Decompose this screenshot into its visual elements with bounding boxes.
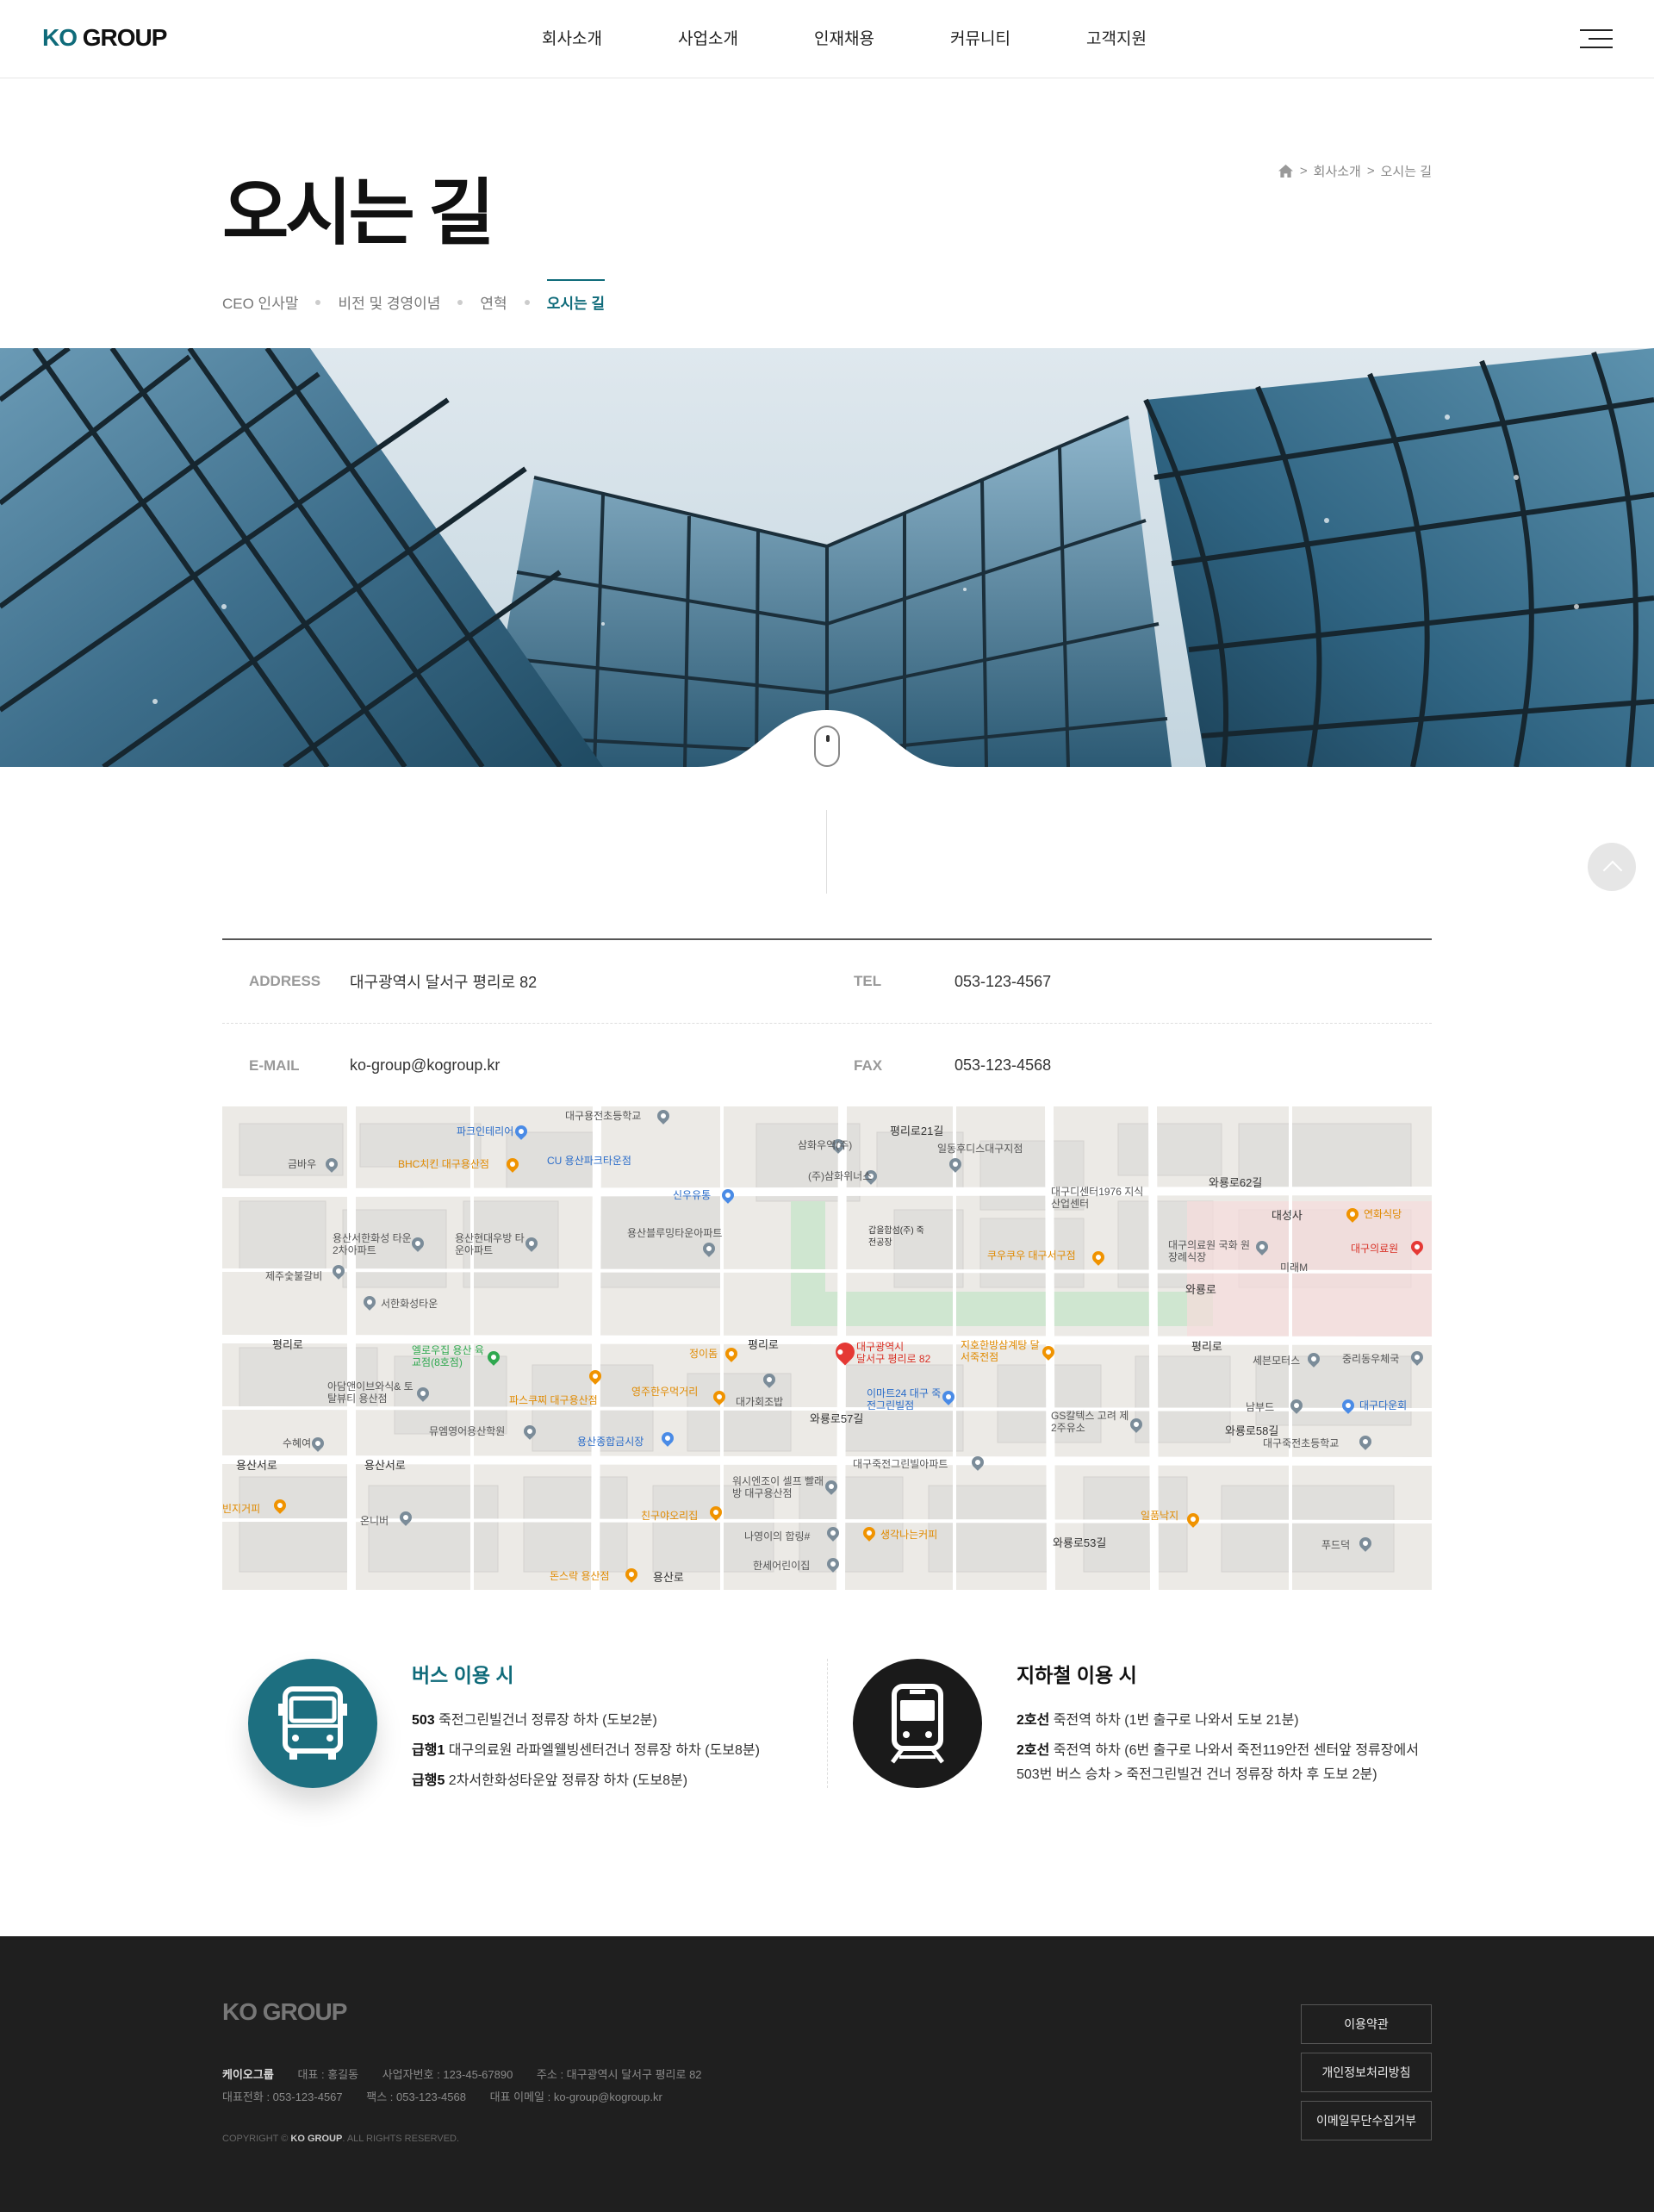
contact-info-table: ADDRESS 대구광역시 달서구 평리로 82 TEL 053-123-456… [222,938,1432,1107]
nav-company[interactable]: 회사소개 [504,0,640,78]
subnav-vision[interactable]: 비전 및 경영이념 [338,279,440,325]
breadcrumb-company[interactable]: 회사소개 [1314,162,1361,180]
subway-title: 지하철 이용 시 [1017,1664,1137,1686]
email-refusal-button[interactable]: 이메일무단수집거부 [1301,2101,1432,2140]
fax-value: 053-123-4568 [954,1056,1052,1074]
hero-banner [0,348,1654,767]
tel-value: 053-123-4567 [954,972,1052,990]
bus-title: 버스 이용 시 [412,1664,514,1686]
page-title: 오시는 길 [222,172,494,253]
location-map[interactable]: 대구광역시 달서구 평리로 82 대구용전초등학교 파크인테리어 삼화우역(주) … [222,1106,1432,1590]
list-item: 급행5 2차서한화성타운앞 정류장 하차 (도보8분) [412,1773,688,1788]
email-label: E-MAIL [249,1056,300,1074]
site-header: KO GROUP 회사소개 사업소개 인재채용 커뮤니티 고객지원 [0,0,1654,78]
top-arrow-icon[interactable] [1588,843,1636,891]
transport-info: 버스 이용 시 503 죽전그린빌건너 정류장 하차 (도보2분) 급행1 대구… [222,1659,1432,1797]
footer-logo: KO GROUP [222,1998,347,2025]
main-nav: 회사소개 사업소개 인재채용 커뮤니티 고객지원 [0,0,1654,78]
breadcrumb: > 회사소개 > 오시는 길 [1278,162,1432,180]
footer-info: 케이오그룹 대표 : 홍길동 사업자번호 : 123-45-67890 주소 :… [222,2068,702,2103]
subway-icon [853,1659,982,1788]
nav-recruit[interactable]: 인재채용 [776,0,912,78]
breadcrumb-current[interactable]: 오시는 길 [1381,162,1432,180]
home-icon[interactable] [1278,164,1294,178]
address-value: 대구광역시 달서구 평리로 82 [350,974,538,991]
subnav-location[interactable]: 오시는 길 [546,279,606,325]
list-item: 급행1 대구의료원 라파엘웰빙센터건너 정류장 하차 (도보8분) [412,1743,760,1758]
glass-building-image [0,348,1654,767]
bus-list: 503 죽전그린빌건너 정류장 하차 (도보2분) 급행1 대구의료원 라파엘웰… [412,1709,817,1799]
subway-list: 2호선 죽전역 하차 (1번 출구로 나와서 도보 21분) 2호선 죽전역 하… [1017,1709,1421,1793]
address-label: ADDRESS [249,973,321,989]
copyright: COPYRIGHT © KO GROUP. ALL RIGHTS RESERVE… [222,2134,460,2144]
info-row: ADDRESS 대구광역시 달서구 평리로 82 TEL 053-123-456… [222,940,1432,1024]
sub-nav: CEO 인사말 비전 및 경영이념 연혁 오시는 길 [222,279,606,325]
list-item: 2호선 죽전역 하차 (1번 출구로 나와서 도보 21분) [1017,1713,1299,1728]
site-footer: KO GROUP 케이오그룹 대표 : 홍길동 사업자번호 : 123-45-6… [0,1936,1654,2212]
subnav-history[interactable]: 연혁 [480,279,507,325]
nav-community[interactable]: 커뮤니티 [912,0,1048,78]
list-item: 503 죽전그린빌건너 정류장 하차 (도보2분) [412,1713,657,1728]
nav-business[interactable]: 사업소개 [640,0,776,78]
nav-support[interactable]: 고객지원 [1048,0,1185,78]
mouse-scroll-icon[interactable] [814,726,840,767]
footer-links: 이용약관 개인정보처리방침 이메일무단수집거부 [1301,2004,1432,2149]
email-value: ko-group@kogroup.kr [350,1056,501,1074]
map-marker-label: 대구광역시 달서구 평리로 82 [856,1341,931,1365]
terms-button[interactable]: 이용약관 [1301,2004,1432,2044]
list-item: 2호선 죽전역 하차 (6번 출구로 나와서 죽전119안전 센터앞 정류장에서… [1017,1743,1419,1782]
tel-label: TEL [854,973,882,989]
subway-info: 지하철 이용 시 2호선 죽전역 하차 (1번 출구로 나와서 도보 21분) … [827,1659,1432,1797]
subnav-ceo[interactable]: CEO 인사말 [222,279,298,325]
menu-icon[interactable] [1578,29,1613,50]
privacy-button[interactable]: 개인정보처리방침 [1301,2053,1432,2092]
bus-info: 버스 이용 시 503 죽전그린빌건너 정류장 하차 (도보2분) 급행1 대구… [222,1659,827,1797]
info-row: E-MAIL ko-group@kogroup.kr FAX 053-123-4… [222,1024,1432,1107]
bus-icon [248,1659,377,1788]
fax-label: FAX [854,1056,883,1074]
